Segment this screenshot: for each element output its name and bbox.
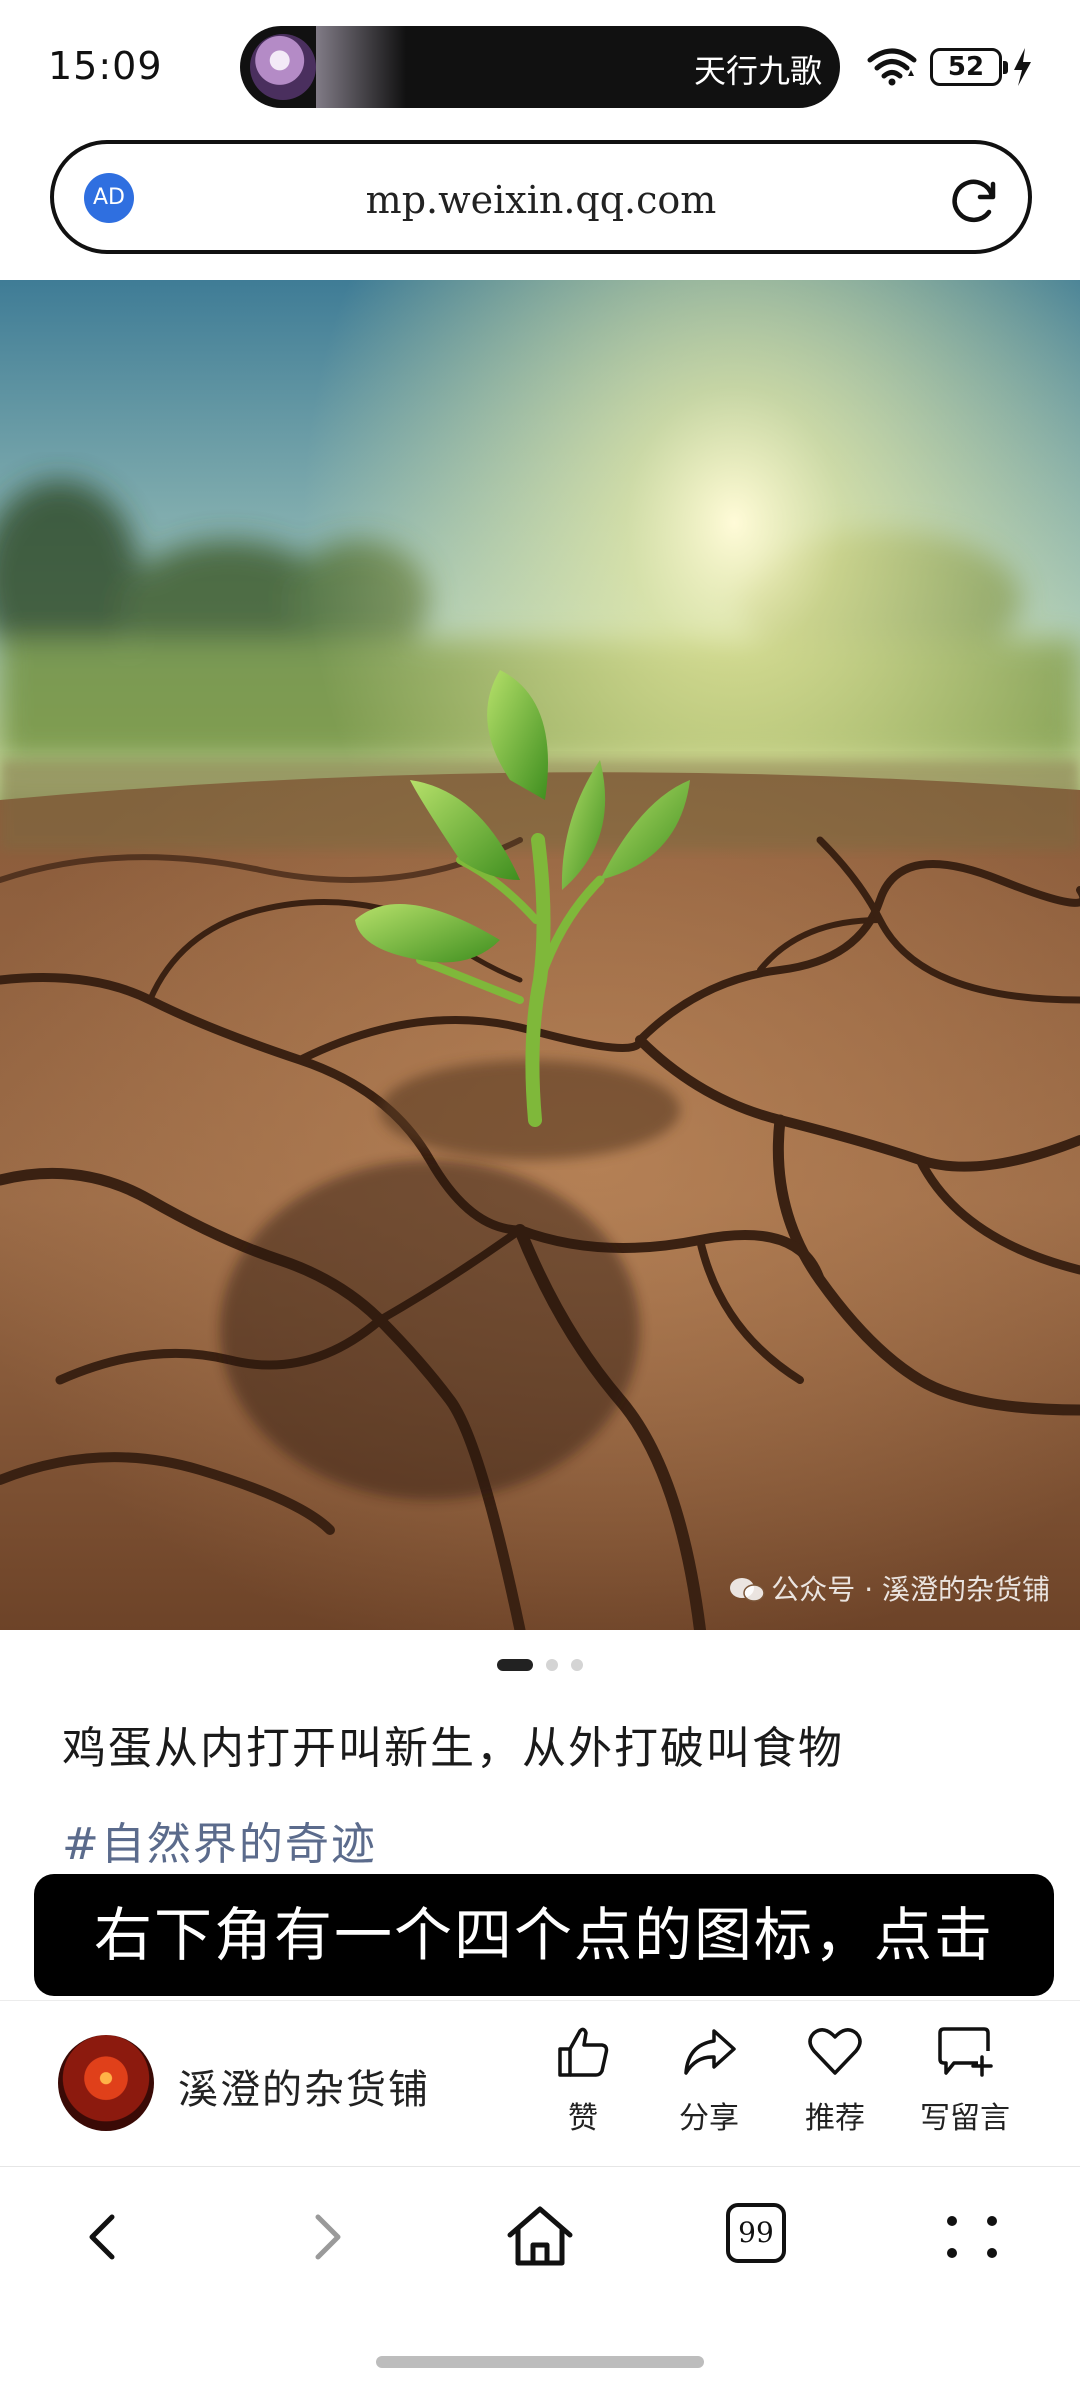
watermark-text: 公众号 · 溪澄的杂货铺	[771, 1573, 1050, 1606]
home-icon[interactable]	[500, 2197, 580, 2277]
wifi-icon	[867, 48, 917, 86]
author-action-bar: 溪澄的杂货铺 赞 分享 推荐 写留言	[0, 2000, 1080, 2166]
back-icon[interactable]	[64, 2197, 144, 2277]
charging-icon	[1014, 48, 1031, 86]
like-label: 赞	[568, 2101, 598, 2136]
heart-icon	[808, 2028, 862, 2075]
like-button[interactable]: 赞	[528, 2021, 638, 2137]
more-icon[interactable]	[932, 2197, 1012, 2277]
share-arrow-icon	[684, 2029, 736, 2075]
browser-bottom-nav: 99	[0, 2166, 1080, 2306]
status-time: 15:09	[48, 44, 163, 88]
article-hashtag[interactable]: #自然界的奇迹	[62, 1808, 377, 1872]
carousel-indicator[interactable]	[0, 1654, 1080, 1673]
article-title: 鸡蛋从内打开叫新生，从外打破叫食物	[62, 1723, 844, 1774]
reload-icon[interactable]	[948, 174, 1000, 226]
seedling-cracked-earth-photo	[0, 280, 1080, 1630]
instruction-caption: 右下角有一个四个点的图标，点击	[34, 1874, 1054, 1996]
author-name[interactable]: 溪澄的杂货铺	[178, 2057, 430, 2115]
tabs-icon[interactable]: 99	[726, 2203, 786, 2263]
recommend-button[interactable]: 推荐	[780, 2021, 890, 2137]
author-avatar[interactable]	[58, 2035, 154, 2131]
share-button[interactable]: 分享	[654, 2021, 764, 2137]
thumbs-up-icon	[558, 2027, 609, 2077]
share-label: 分享	[679, 2101, 739, 2136]
carousel-dot[interactable]	[546, 1658, 558, 1671]
comment-label: 写留言	[920, 2101, 1010, 2136]
address-bar[interactable]: AD mp.weixin.qq.com	[50, 140, 1032, 254]
watermark: 公众号 · 溪澄的杂货铺	[729, 1568, 1050, 1608]
carousel-dot[interactable]	[571, 1658, 584, 1671]
home-indicator[interactable]	[376, 2356, 704, 2368]
battery-icon: 52	[930, 48, 1008, 86]
wechat-icon	[730, 1578, 766, 1602]
status-bar: 15:09 天行九歌 52	[0, 0, 1080, 130]
forward-icon[interactable]	[286, 2197, 366, 2277]
article-hero-image[interactable]: 公众号 · 溪澄的杂货铺	[0, 280, 1080, 1630]
write-comment-button[interactable]: 写留言	[910, 2021, 1020, 2137]
island-album-art	[250, 34, 316, 100]
carousel-dot-active[interactable]	[496, 1658, 533, 1671]
recommend-label: 推荐	[805, 2101, 865, 2136]
island-media-title: 天行九歌	[693, 52, 822, 90]
url-text[interactable]: mp.weixin.qq.com	[54, 178, 1028, 222]
comment-add-icon	[938, 2027, 993, 2077]
dynamic-island[interactable]: 天行九歌	[240, 26, 840, 108]
